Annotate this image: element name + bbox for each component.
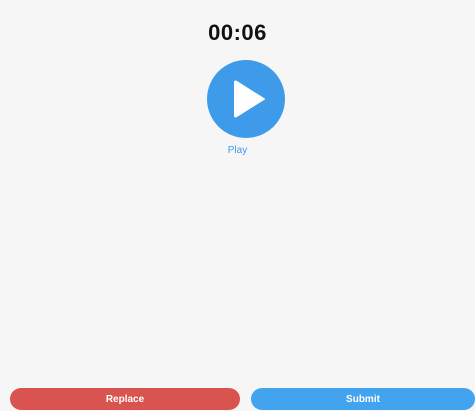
play-button[interactable] <box>207 60 285 138</box>
submit-button[interactable]: Submit <box>251 388 475 410</box>
play-icon <box>234 80 265 118</box>
recording-screen: 00:06 Play Replace Submit <box>0 0 475 411</box>
elapsed-timer: 00:06 <box>208 20 267 45</box>
replace-button[interactable]: Replace <box>10 388 240 410</box>
play-label: Play <box>227 145 248 156</box>
